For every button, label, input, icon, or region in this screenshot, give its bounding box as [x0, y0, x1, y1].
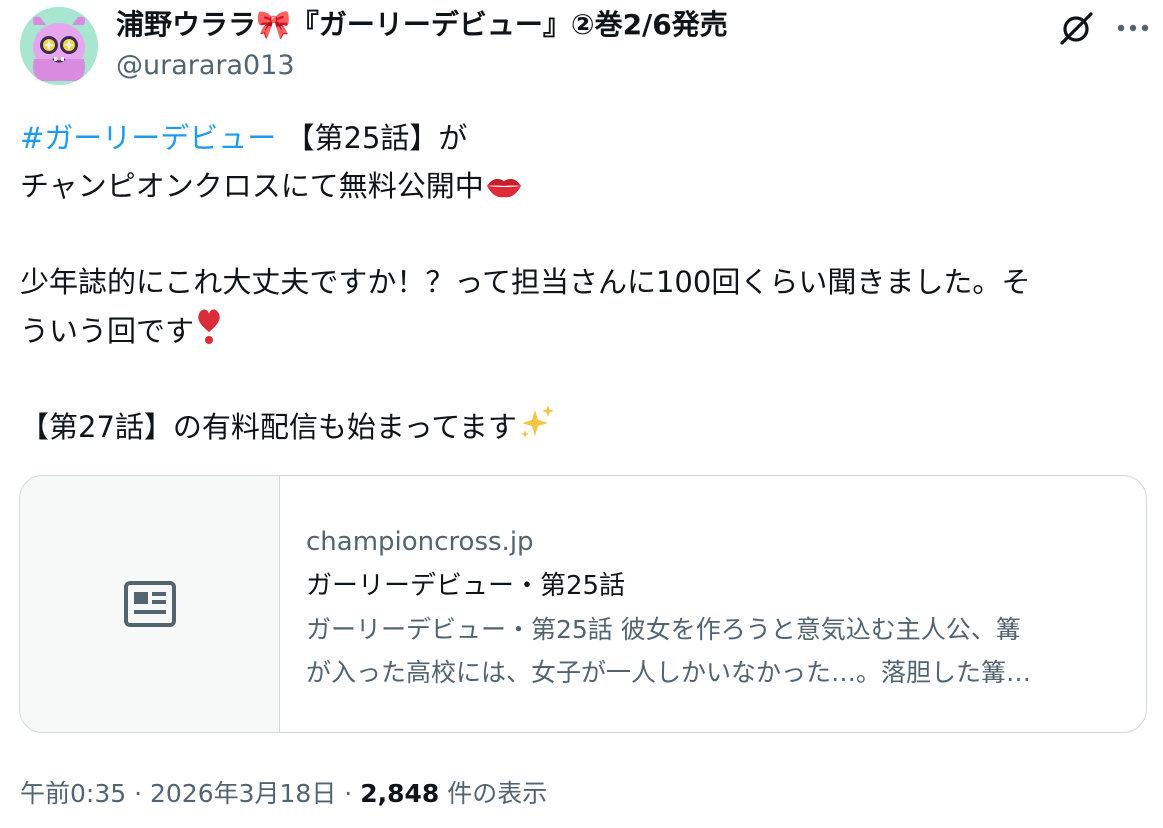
link-card[interactable]: championcross.jp ガーリーデビュー・第25話 ガーリーデビュー・…	[19, 475, 1147, 733]
avatar-illustration	[20, 7, 98, 85]
sparkles-icon	[517, 402, 557, 456]
tweet-text-segment: ういう回です	[20, 314, 195, 348]
tweet-line: 少年誌的にこれ大丈夫ですか！？って担当さんに100回くらい聞きました。そ	[20, 258, 1145, 306]
user-handle[interactable]: @urarara013	[116, 49, 295, 83]
views-label: 件の表示	[439, 779, 548, 808]
tweet-text-segment: 少年誌的にこれ大丈夫ですか！？って担当さんに100回くらい聞きました。そ	[20, 265, 1031, 299]
card-thumbnail	[20, 476, 280, 732]
tweet-date[interactable]: 2026年3月18日	[150, 779, 336, 808]
display-name[interactable]: 浦野ウララ🎀『ガーリーデビュー』②巻2/6発売	[116, 8, 728, 42]
tweet-meta: 午前0:35 · 2026年3月18日 · 2,848 件の表示	[20, 776, 547, 812]
views-count: 2,848	[360, 779, 440, 808]
tweet-line: 【第27話】の有料配信も始まってます	[20, 402, 1145, 450]
more-options-icon[interactable]	[1113, 9, 1153, 47]
tweet-line: #ガーリーデビュー 【第25話】が	[20, 114, 1145, 162]
tweet-text-segment: 【第27話】の有料配信も始まってます	[20, 410, 517, 444]
meta-separator: ·	[344, 779, 353, 808]
tweet-line: チャンピオンクロスにて無料公開中	[20, 162, 1145, 210]
tweet-line: ういう回です	[20, 306, 1145, 354]
meta-separator: ·	[134, 779, 143, 808]
card-description: ガーリーデビュー・第25話 彼女を作ろうと意気込む主人公、篝 が入った高校には、…	[306, 608, 1120, 694]
tweet-text: #ガーリーデビュー 【第25話】が チャンピオンクロスにて無料公開中 少年誌的に…	[20, 114, 1145, 450]
news-article-icon	[123, 581, 176, 627]
card-title: ガーリーデビュー・第25話	[306, 571, 626, 601]
tweet-text-segment: 【第25話】が	[276, 121, 468, 155]
card-description-line: ガーリーデビュー・第25話 彼女を作ろうと意気込む主人公、篝	[306, 615, 1021, 644]
heart-exclamation-icon	[194, 306, 224, 360]
card-description-line: が入った高校には、女子が一人しかいなかった…。落胆した篝…	[306, 658, 1032, 687]
tweet-time[interactable]: 午前0:35	[20, 779, 126, 808]
avatar[interactable]	[20, 7, 98, 85]
kiss-mark-icon	[484, 167, 524, 215]
card-domain: championcross.jp	[306, 527, 534, 557]
hashtag-link[interactable]: #ガーリーデビュー	[20, 121, 276, 155]
card-body: championcross.jp ガーリーデビュー・第25話 ガーリーデビュー・…	[306, 520, 1120, 694]
tweet-text-segment: チャンピオンクロスにて無料公開中	[20, 169, 484, 203]
grok-icon[interactable]	[1058, 9, 1096, 47]
